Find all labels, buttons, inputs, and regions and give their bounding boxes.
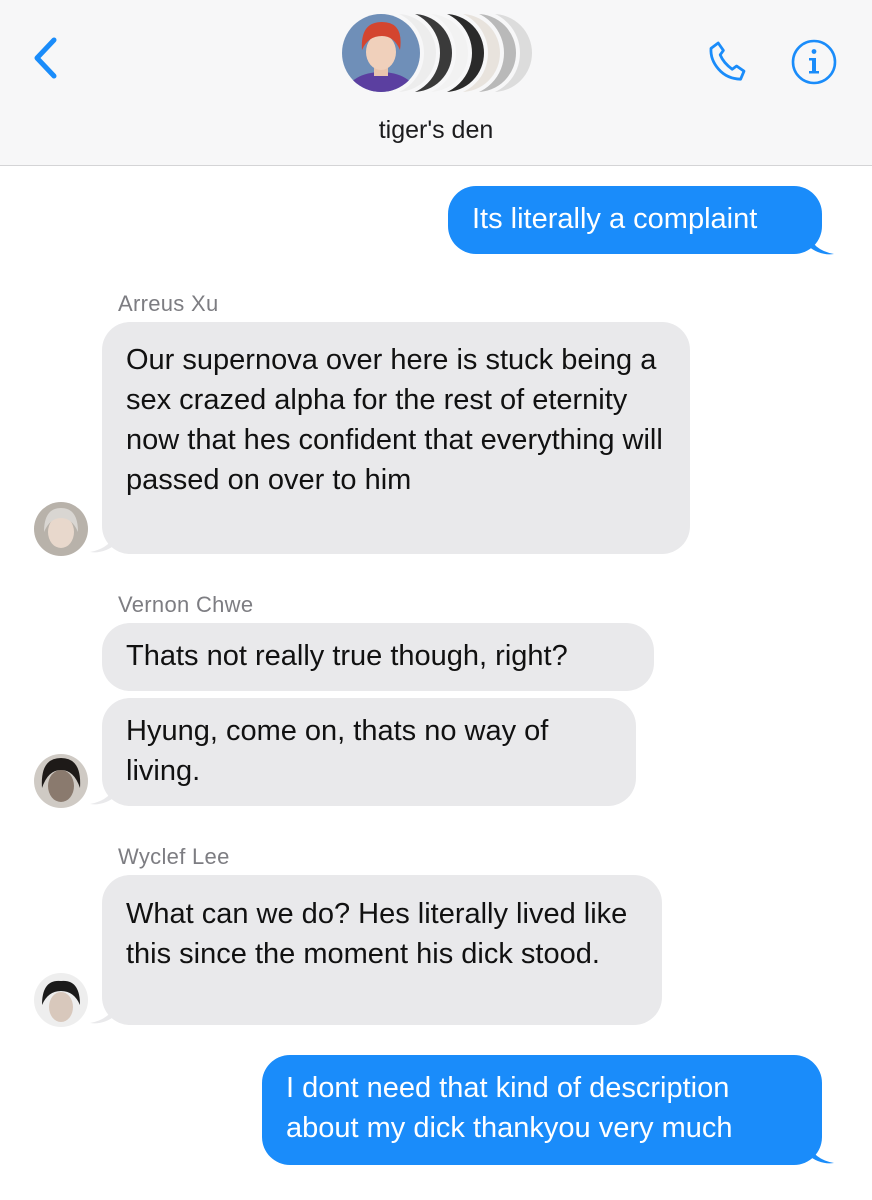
conversation-header: tiger's den <box>0 0 872 166</box>
message-text: Hyung, come on, thats no way of living. <box>126 715 549 787</box>
bubble-tail <box>90 530 116 553</box>
group-member-avatar <box>338 10 424 96</box>
incoming-message-bubble[interactable]: Hyung, come on, thats no way of living. <box>102 698 636 806</box>
outgoing-message-bubble[interactable]: Its literally a complaint <box>448 186 822 254</box>
back-button[interactable] <box>28 34 64 82</box>
info-icon <box>791 39 837 85</box>
phone-icon <box>709 41 746 81</box>
group-avatar-stack[interactable] <box>338 10 538 96</box>
sender-name: Wyclef Lee <box>118 844 230 869</box>
bubble-tail <box>90 782 116 805</box>
info-button[interactable] <box>790 38 838 86</box>
chevron-left-icon <box>34 37 57 79</box>
outgoing-message-bubble[interactable]: I dont need that kind of description abo… <box>262 1055 822 1165</box>
incoming-message-bubble[interactable]: Thats not really true though, right? <box>102 623 654 691</box>
bubble-tail <box>808 232 834 255</box>
incoming-message-bubble[interactable]: Our supernova over here is stuck being a… <box>102 322 690 554</box>
avatar[interactable] <box>34 973 88 1027</box>
message-text: I dont need that kind of description abo… <box>286 1072 733 1144</box>
message-text: Our supernova over here is stuck being a… <box>126 344 663 496</box>
sender-name: Arreus Xu <box>118 291 219 316</box>
incoming-message-bubble[interactable]: What can we do? Hes literally lived like… <box>102 875 662 1025</box>
sender-name: Vernon Chwe <box>118 592 254 617</box>
message-text: Its literally a complaint <box>472 203 758 235</box>
avatar[interactable] <box>34 754 88 808</box>
call-button[interactable] <box>705 38 753 86</box>
message-text: Thats not really true though, right? <box>126 640 568 672</box>
bubble-tail <box>90 1001 116 1024</box>
message-text: What can we do? Hes literally lived like… <box>126 898 628 970</box>
bubble-tail <box>808 1141 834 1164</box>
group-name[interactable]: tiger's den <box>0 116 872 145</box>
avatar[interactable] <box>34 502 88 556</box>
